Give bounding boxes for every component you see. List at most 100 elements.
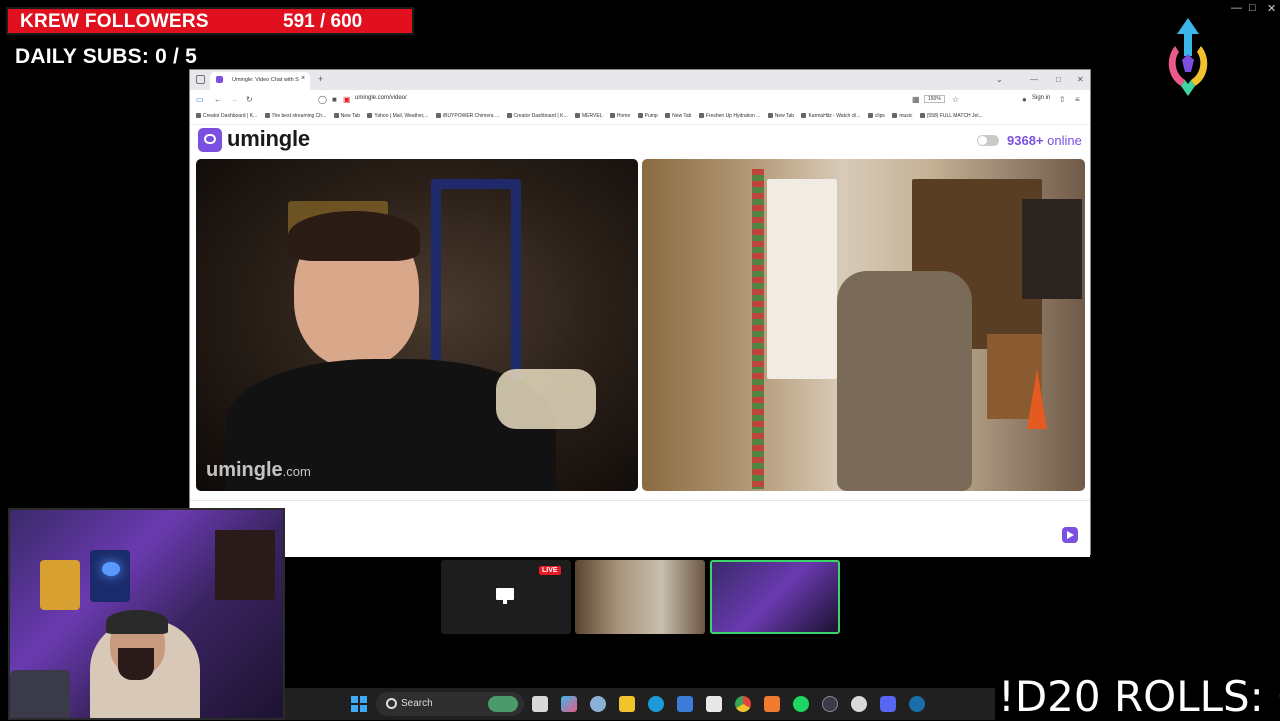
camera-permission-icon[interactable]: ▣ bbox=[343, 95, 351, 104]
browser-close-icon[interactable]: ✕ bbox=[1077, 75, 1084, 84]
tab-close-icon[interactable]: × bbox=[301, 75, 305, 82]
address-bar[interactable]: umingle.com/video/ bbox=[355, 95, 407, 101]
back-icon[interactable]: ← bbox=[214, 95, 222, 104]
bookmark-favicon-icon bbox=[767, 113, 773, 119]
holiday-garland bbox=[752, 169, 764, 489]
umingle-watermark: umingle.com bbox=[206, 459, 311, 481]
followers-goal-bar: KREW FOLLOWERS 591 / 600 bbox=[6, 7, 414, 35]
bookmark-item[interactable]: KarmaHitz - Watch cli... bbox=[801, 113, 861, 119]
maximize-icon[interactable]: □ bbox=[1249, 2, 1256, 14]
bookmark-item[interactable]: Creator Dashboard | K... bbox=[196, 113, 257, 119]
bookmark-item[interactable]: The best streaming Ch... bbox=[264, 113, 326, 119]
stranger-video: umingle.com bbox=[196, 159, 638, 491]
bookmark-favicon-icon bbox=[506, 113, 512, 119]
obs-icon[interactable] bbox=[851, 696, 867, 712]
zoom-indicator[interactable]: 150% bbox=[924, 95, 945, 103]
bookmark-item[interactable]: clips bbox=[867, 113, 885, 119]
send-icon[interactable] bbox=[1062, 527, 1078, 543]
monitor-icon bbox=[496, 588, 514, 604]
windows-start-icon[interactable] bbox=[351, 696, 367, 712]
account-icon[interactable]: ● bbox=[1022, 95, 1027, 104]
wall-poster bbox=[90, 550, 130, 602]
edge-browser-icon[interactable] bbox=[648, 696, 664, 712]
menu-icon[interactable]: ≡ bbox=[1075, 95, 1080, 104]
steam-icon[interactable] bbox=[909, 696, 925, 712]
bookmark-item[interactable]: New Tab bbox=[767, 113, 794, 119]
browser-minimize-icon[interactable]: — bbox=[1030, 75, 1038, 84]
settings-gear-icon[interactable] bbox=[590, 696, 606, 712]
shield-icon[interactable]: ◯ bbox=[318, 95, 327, 104]
tab-strip: Umingle: Video Chat with S × + ⌄ — □ ✕ bbox=[190, 70, 1090, 90]
bookmark-item[interactable]: iBUYPOWER Chimera ... bbox=[436, 113, 499, 119]
bookmark-item[interactable]: MERVEL bbox=[575, 113, 603, 119]
bookmark-favicon-icon bbox=[609, 113, 615, 119]
online-count: 9368+ online bbox=[1007, 133, 1082, 148]
window-thumbnail-room-cam[interactable] bbox=[575, 560, 705, 634]
door bbox=[767, 179, 837, 379]
share-icon[interactable]: ⇧ bbox=[1059, 95, 1066, 104]
bookmark-item[interactable]: New Tab bbox=[333, 113, 360, 119]
minimize-icon[interactable]: — bbox=[1231, 2, 1242, 14]
bookmark-favicon-icon bbox=[196, 113, 201, 119]
tab-actions-icon[interactable] bbox=[196, 75, 205, 84]
task-view-icon[interactable] bbox=[532, 696, 548, 712]
bookmark-item[interactable]: (558) FULL MATCH Jel... bbox=[919, 113, 983, 119]
bookmark-star-icon[interactable]: ☆ bbox=[952, 95, 959, 104]
followers-label: KREW FOLLOWERS bbox=[20, 11, 209, 32]
sign-in-button[interactable]: Sign in bbox=[1032, 95, 1050, 101]
tab-umingle[interactable]: Umingle: Video Chat with S × bbox=[210, 72, 310, 90]
streamer-cap bbox=[106, 610, 168, 634]
streamer-webcam bbox=[8, 508, 285, 720]
bookmark-item[interactable]: music bbox=[892, 113, 912, 119]
file-explorer-icon[interactable] bbox=[619, 696, 635, 712]
settings-toggle[interactable] bbox=[977, 135, 999, 146]
tab-list-chevron-icon[interactable]: ⌄ bbox=[996, 75, 1003, 84]
chrome-icon[interactable] bbox=[735, 696, 751, 712]
browser-window: Umingle: Video Chat with S × + ⌄ — □ ✕ ▭… bbox=[189, 69, 1091, 557]
stranger-hair bbox=[288, 211, 420, 261]
streaming-app-icon[interactable] bbox=[822, 696, 838, 712]
umingle-logo-icon[interactable] bbox=[198, 128, 222, 152]
new-tab-button[interactable]: + bbox=[318, 74, 323, 84]
close-icon[interactable]: ✕ bbox=[1267, 2, 1276, 15]
bookmark-item[interactable]: New Tab bbox=[665, 113, 691, 119]
app-icon[interactable] bbox=[764, 696, 780, 712]
lock-icon[interactable]: ■ bbox=[332, 95, 337, 104]
navigation-bar: ▭ ← → ↻ ◯ ■ ▣ umingle.com/video/ ▦ 150% … bbox=[190, 90, 1090, 111]
bookmark-favicon-icon bbox=[637, 113, 643, 119]
window-thumbnail-streamer-cam[interactable] bbox=[710, 560, 840, 634]
taskbar-search[interactable]: Search bbox=[376, 692, 524, 716]
chat-bar[interactable] bbox=[190, 500, 1090, 557]
bookmark-favicon-icon bbox=[892, 113, 898, 119]
poster bbox=[40, 560, 80, 610]
spotify-icon[interactable] bbox=[793, 696, 809, 712]
search-icon bbox=[386, 698, 397, 709]
umingle-favicon-icon bbox=[216, 76, 223, 83]
bookmark-item[interactable]: Freshen Up Hydration ... bbox=[698, 113, 760, 119]
reload-icon[interactable]: ↻ bbox=[246, 95, 253, 104]
bookmark-favicon-icon bbox=[919, 113, 925, 119]
browser-maximize-icon[interactable]: □ bbox=[1056, 75, 1061, 84]
window-thumbnail-screen-share[interactable]: LIVE bbox=[441, 560, 571, 634]
umingle-brand[interactable]: umingle bbox=[227, 126, 310, 152]
discord-icon[interactable] bbox=[880, 696, 896, 712]
bookmark-favicon-icon bbox=[698, 113, 704, 119]
bookmark-favicon-icon bbox=[575, 113, 581, 119]
bookmark-item[interactable]: Creator Dashboard | K... bbox=[506, 113, 568, 119]
store-icon[interactable] bbox=[677, 696, 693, 712]
controller-light bbox=[102, 562, 120, 576]
forward-icon[interactable]: → bbox=[230, 95, 238, 104]
snipping-tool-icon[interactable] bbox=[706, 696, 722, 712]
reader-view-icon[interactable]: ▦ bbox=[912, 95, 920, 104]
online-label: online bbox=[1047, 133, 1082, 148]
sidebar-icon[interactable]: ▭ bbox=[196, 95, 204, 104]
bookmark-favicon-icon bbox=[367, 113, 373, 119]
d20-rolls-counter: !D20 ROLLS: 0 bbox=[998, 672, 1280, 721]
bookmark-item[interactable]: Pump bbox=[637, 113, 658, 119]
bookmark-item[interactable]: Home bbox=[609, 113, 630, 119]
copilot-icon[interactable] bbox=[561, 696, 577, 712]
bookmark-item[interactable]: Yahoo | Mail, Weather,... bbox=[367, 113, 429, 119]
bookmark-favicon-icon bbox=[264, 113, 270, 119]
bookmark-favicon-icon bbox=[436, 113, 441, 119]
daily-subs-counter: DAILY SUBS: 0 / 5 bbox=[15, 45, 197, 68]
